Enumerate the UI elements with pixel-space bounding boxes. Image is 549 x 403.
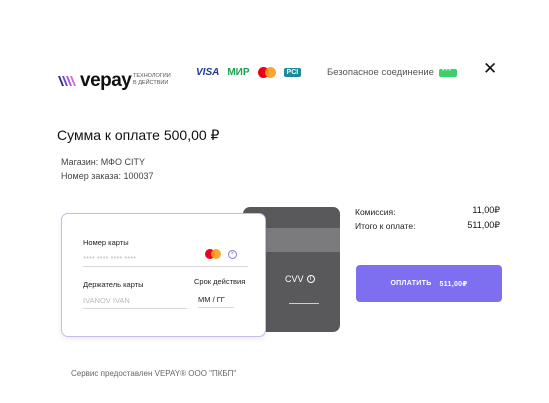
expiry-input[interactable]: ММ / ГГ (198, 295, 234, 308)
amount-title: Сумма к оплате 500,00 ₽ (57, 127, 220, 143)
total-value: 511,00₽ (467, 220, 500, 230)
cvv-field-label: CVV i (285, 274, 315, 284)
footer-text: Сервис предоставлен VEPAY® ООО "ПКБП" (71, 369, 237, 378)
cvv-label: CVV (285, 274, 304, 284)
pci-logo: PCI (283, 68, 302, 77)
logo-wordmark: vepay (80, 70, 132, 91)
mastercard-icon (205, 249, 221, 259)
commission-value: 11,00₽ (472, 205, 500, 215)
card-holder-input[interactable]: IVANOV IVAN (83, 296, 187, 309)
pay-button-amount: 511,00₽ (439, 280, 468, 288)
order-number: Номер заказа: 100037 (61, 171, 154, 181)
lock-badge-icon (438, 68, 457, 77)
card-front (61, 213, 266, 337)
payment-systems: VISA МИР PCI (196, 67, 302, 78)
secure-connection: Безопасное соединение (327, 67, 457, 78)
logo-tagline: ТЕХНОЛОГИИ В ДЕЙСТВИИ (133, 73, 171, 86)
card-number-icons: × (205, 249, 237, 259)
vepay-logo: vepay (57, 70, 132, 92)
commission-label: Комиссия: (355, 207, 396, 217)
expiry-label: Срок действия (194, 277, 246, 286)
total-label: Итого к оплате: (355, 221, 416, 231)
pay-button[interactable]: ОПЛАТИТЬ 511,00₽ (356, 265, 502, 302)
clear-icon[interactable]: × (228, 249, 237, 259)
info-icon[interactable]: i (306, 275, 315, 283)
merchant-name: Магазин: МФО CITY (61, 157, 145, 167)
mir-logo: МИР (227, 67, 250, 78)
card-number-label: Номер карты (83, 238, 129, 247)
visa-logo: VISA (196, 67, 220, 78)
vepay-mark-icon (58, 76, 76, 86)
secure-connection-label: Безопасное соединение (327, 67, 434, 78)
card-holder-label: Держатель карты (83, 280, 144, 289)
pay-button-label: ОПЛАТИТЬ (390, 280, 432, 287)
close-button[interactable]: ✕ (483, 59, 497, 79)
mastercard-icon (257, 67, 276, 78)
cvv-input[interactable] (289, 303, 319, 304)
